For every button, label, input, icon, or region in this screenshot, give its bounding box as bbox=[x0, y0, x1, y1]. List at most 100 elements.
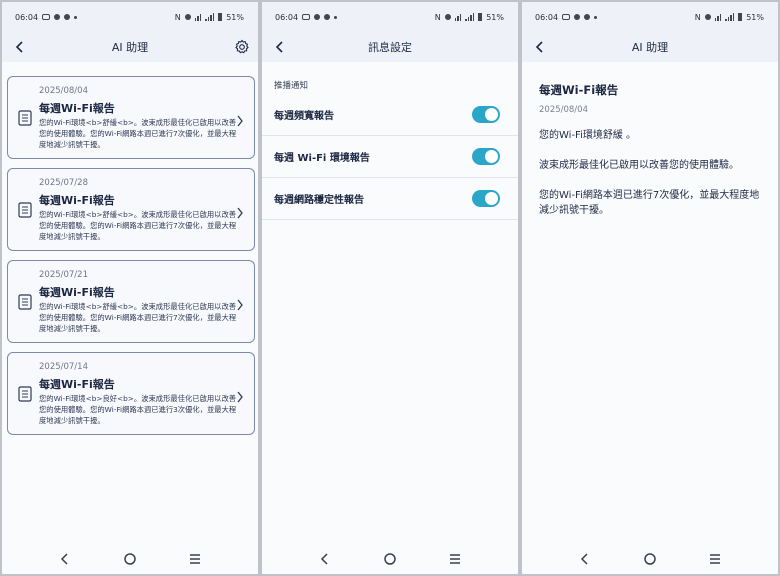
report-date: 2025/08/04 bbox=[39, 86, 88, 96]
notification-icon bbox=[74, 15, 78, 19]
report-date: 2025/07/21 bbox=[39, 270, 88, 280]
back-arrow-icon[interactable] bbox=[272, 39, 288, 55]
setting-row-network-stability-report: 每週網路穩定性報告 bbox=[262, 178, 518, 220]
wifi-icon bbox=[194, 13, 202, 21]
report-title: 每週Wi-Fi報告 bbox=[39, 194, 115, 207]
notification-icon bbox=[302, 14, 311, 20]
screen-report-list: 06:04 N 51% AI 助理 2025/08/04 每週Wi-Fi報告 您… bbox=[2, 2, 258, 574]
document-icon bbox=[18, 294, 32, 310]
page-title: 訊息設定 bbox=[368, 41, 412, 54]
chevron-right-icon bbox=[236, 204, 244, 219]
status-time: 06:04 bbox=[15, 12, 39, 22]
nav-home-icon[interactable] bbox=[381, 550, 399, 568]
notification-icon bbox=[42, 14, 51, 20]
report-card[interactable]: 2025/07/28 每週Wi-Fi報告 您的Wi-Fi環境<b>舒緩<b>。波… bbox=[7, 168, 255, 251]
report-date: 2025/07/28 bbox=[39, 178, 88, 188]
report-card[interactable]: 2025/08/04 每週Wi-Fi報告 您的Wi-Fi環境<b>舒緩<b>。波… bbox=[7, 76, 255, 159]
notification-icon bbox=[54, 14, 61, 20]
signal-icon bbox=[725, 13, 735, 21]
report-title: 每週Wi-Fi報告 bbox=[39, 378, 115, 391]
chevron-right-icon bbox=[236, 388, 244, 403]
report-paragraph: 波束成形最佳化已啟用以改善您的使用體驗。 bbox=[539, 160, 739, 171]
nav-recents-icon[interactable] bbox=[186, 550, 204, 568]
status-bar: 06:04 N 51% bbox=[2, 2, 258, 32]
settings-list: 推播通知 每週頻寬報告 每週 Wi-Fi 環境報告 每週網路穩定性報告 bbox=[262, 62, 518, 544]
nav-home-icon[interactable] bbox=[121, 550, 139, 568]
nav-recents-icon[interactable] bbox=[446, 550, 464, 568]
battery-icon bbox=[738, 13, 743, 21]
report-card[interactable]: 2025/07/21 每週Wi-Fi報告 您的Wi-Fi環境<b>舒緩<b>。波… bbox=[7, 260, 255, 343]
system-nav-bar bbox=[262, 544, 518, 574]
battery-icon bbox=[218, 13, 223, 21]
network-stability-report-toggle[interactable] bbox=[472, 190, 500, 207]
app-bar: 訊息設定 bbox=[262, 32, 518, 62]
battery-level: 51% bbox=[226, 12, 244, 22]
alarm-icon bbox=[704, 14, 711, 20]
back-arrow-icon[interactable] bbox=[532, 39, 548, 55]
report-summary: 您的Wi-Fi環境<b>舒緩<b>。波束成形最佳化已啟用以改善您的使用體驗。您的… bbox=[39, 302, 237, 333]
notification-icon bbox=[574, 14, 581, 20]
setting-row-bandwidth-report: 每週頻寬報告 bbox=[262, 94, 518, 136]
setting-label: 每週 Wi-Fi 環境報告 bbox=[274, 153, 370, 164]
screen-report-detail: 06:04 N 51% AI 助理 每週Wi-Fi報告 2025/08/04 您… bbox=[522, 2, 778, 574]
notification-icon bbox=[64, 14, 71, 20]
chevron-right-icon bbox=[236, 112, 244, 127]
report-detail: 每週Wi-Fi報告 2025/08/04 您的Wi-Fi環境舒緩 。 波束成形最… bbox=[522, 62, 778, 544]
wifi-icon bbox=[454, 13, 462, 21]
notification-icon bbox=[562, 14, 571, 20]
alarm-icon bbox=[444, 14, 451, 20]
signal-icon bbox=[465, 13, 475, 21]
notification-icon bbox=[334, 15, 338, 19]
notification-icon bbox=[324, 14, 331, 20]
system-nav-bar bbox=[522, 544, 778, 574]
bandwidth-report-toggle[interactable] bbox=[472, 106, 500, 123]
report-list: 2025/08/04 每週Wi-Fi報告 您的Wi-Fi環境<b>舒緩<b>。波… bbox=[2, 62, 258, 544]
signal-icon bbox=[205, 13, 215, 21]
battery-level: 51% bbox=[486, 12, 504, 22]
wifi-icon bbox=[714, 13, 722, 21]
back-arrow-icon[interactable] bbox=[12, 39, 28, 55]
chevron-right-icon bbox=[236, 296, 244, 311]
page-title: AI 助理 bbox=[631, 41, 669, 54]
system-nav-bar bbox=[2, 544, 258, 574]
notification-icon bbox=[594, 15, 598, 19]
nav-recents-icon[interactable] bbox=[706, 550, 724, 568]
status-time: 06:04 bbox=[535, 12, 559, 22]
document-icon bbox=[18, 202, 32, 218]
setting-label: 每週頻寬報告 bbox=[274, 111, 334, 122]
section-label: 推播通知 bbox=[274, 81, 309, 91]
status-time: 06:04 bbox=[275, 12, 299, 22]
nav-back-icon[interactable] bbox=[576, 550, 594, 568]
alarm-icon bbox=[184, 14, 191, 20]
gear-icon[interactable] bbox=[234, 39, 250, 55]
toggle-knob bbox=[485, 192, 498, 205]
nfc-icon: N bbox=[694, 12, 701, 22]
nav-back-icon[interactable] bbox=[316, 550, 334, 568]
app-bar: AI 助理 bbox=[522, 32, 778, 62]
battery-level: 51% bbox=[746, 12, 764, 22]
status-bar: 06:04 N 51% bbox=[262, 2, 518, 32]
notification-icon bbox=[314, 14, 321, 20]
toggle-knob bbox=[485, 150, 498, 163]
nfc-icon: N bbox=[174, 12, 181, 22]
screen-message-settings: 06:04 N 51% 訊息設定 推播通知 每週頻寬報告 每週 Wi-Fi 環境… bbox=[262, 2, 518, 574]
notification-icon bbox=[584, 14, 591, 20]
report-date: 2025/07/14 bbox=[39, 362, 88, 372]
report-body: 您的Wi-Fi環境舒緩 。 波束成形最佳化已啟用以改善您的使用體驗。 您的Wi-… bbox=[539, 128, 767, 233]
document-icon bbox=[18, 386, 32, 402]
setting-row-wifi-environment-report: 每週 Wi-Fi 環境報告 bbox=[262, 136, 518, 178]
battery-icon bbox=[478, 13, 483, 21]
document-icon bbox=[18, 110, 32, 126]
page-title: AI 助理 bbox=[111, 41, 149, 54]
nav-home-icon[interactable] bbox=[641, 550, 659, 568]
report-title: 每週Wi-Fi報告 bbox=[39, 102, 115, 115]
report-date: 2025/08/04 bbox=[539, 105, 588, 115]
report-summary: 您的Wi-Fi環境<b>良好<b>。波束成形最佳化已啟用以改善您的使用體驗。您的… bbox=[39, 394, 237, 425]
report-card[interactable]: 2025/07/14 每週Wi-Fi報告 您的Wi-Fi環境<b>良好<b>。波… bbox=[7, 352, 255, 435]
toggle-knob bbox=[485, 108, 498, 121]
nav-back-icon[interactable] bbox=[56, 550, 74, 568]
wifi-environment-report-toggle[interactable] bbox=[472, 148, 500, 165]
report-summary: 您的Wi-Fi環境<b>舒緩<b>。波束成形最佳化已啟用以改善您的使用體驗。您的… bbox=[39, 210, 237, 241]
report-paragraph: 您的Wi-Fi環境舒緩 。 bbox=[539, 130, 637, 141]
report-paragraph: 您的Wi-Fi網路本週已進行7次優化，並最大程度地減少訊號干擾。 bbox=[539, 190, 760, 216]
